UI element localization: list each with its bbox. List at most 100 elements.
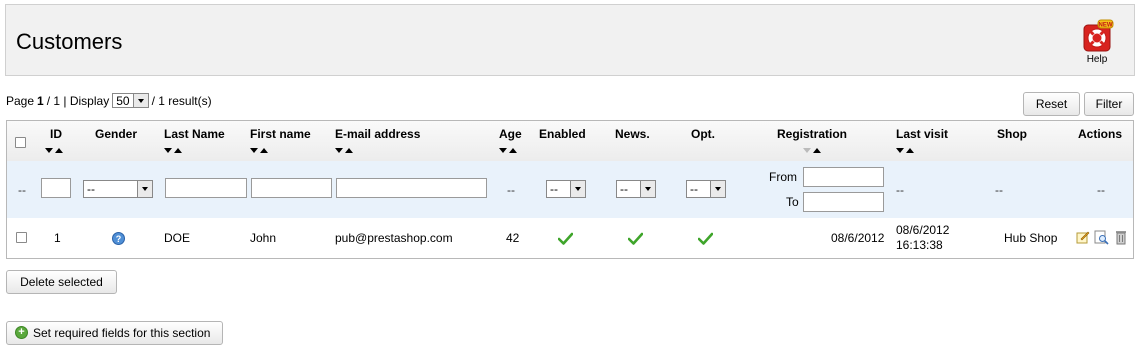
column-actions: Actions [1078,127,1123,141]
enabled-filter-select[interactable]: -- [546,180,586,198]
chevron-down-icon [710,181,725,197]
page-title: Customers [16,29,123,54]
lifebuoy-icon: NEW [1083,19,1114,52]
opt-filter-value: -- [690,182,698,196]
email-filter-input[interactable] [336,178,487,198]
table-header: ID Gender Last Name First name E-mail ad… [7,121,1133,162]
news-filter-value: -- [620,182,628,196]
chevron-down-icon [137,181,152,197]
chevron-down-icon [640,181,655,197]
delete-selected-button[interactable]: Delete selected [6,270,117,294]
per-page-select[interactable]: 50 [112,93,149,108]
row-checkbox[interactable] [16,232,27,243]
new-badge: NEW [1099,23,1113,29]
column-age: Age [499,127,522,141]
sort-first-name[interactable] [250,148,268,153]
table-row[interactable]: 1 ? DOE John pub@prestashop.com 42 08/6/… [7,218,1133,258]
cell-last-name: DOE [164,231,191,245]
customers-table: ID Gender Last Name First name E-mail ad… [6,120,1134,259]
cell-last-visit-date: 08/6/2012 [896,223,950,237]
enabled-filter-value: -- [550,182,558,196]
registration-from-label: From [769,170,797,184]
last-visit-filter-placeholder: -- [896,183,904,197]
set-required-fields-label: Set required fields for this section [33,326,211,340]
column-enabled: Enabled [539,127,586,141]
news-filter-select[interactable]: -- [616,180,656,198]
age-filter-placeholder: -- [507,183,515,197]
edit-icon[interactable] [1076,230,1090,244]
filter-row: -- -- -- -- -- -- From To -- -- -- [7,161,1133,219]
enabled-check-icon[interactable] [558,232,573,245]
sort-asc-icon[interactable] [813,148,821,153]
page-total: / 1 | Display [46,93,110,108]
sort-desc-icon[interactable] [335,148,343,153]
last-name-filter-input[interactable] [165,178,247,198]
gender-filter-value: -- [87,182,95,196]
pagination-bar: Page 1 / 1 | Display 50 / 1 result(s) [6,93,212,108]
registration-to-label: To [786,195,799,209]
delete-icon[interactable] [1115,230,1127,245]
column-last-visit: Last visit [896,127,949,141]
registration-to-input[interactable] [803,192,884,212]
sort-desc-icon[interactable] [164,148,172,153]
page-current: 1 [37,93,44,108]
sort-asc-icon[interactable] [509,148,517,153]
sort-last-name[interactable] [164,148,182,153]
opt-filter-select[interactable]: -- [686,180,726,198]
id-filter-input[interactable] [41,178,71,198]
filter-button[interactable]: Filter [1084,92,1134,116]
sort-asc-icon[interactable] [260,148,268,153]
sort-desc-icon[interactable] [803,148,811,153]
cell-email: pub@prestashop.com [335,231,453,245]
first-name-filter-input[interactable] [251,178,332,198]
sort-asc-icon[interactable] [174,148,182,153]
sort-desc-icon[interactable] [250,148,258,153]
view-icon[interactable] [1094,230,1109,245]
sort-desc-icon[interactable] [45,148,53,153]
select-all-checkbox[interactable] [15,137,26,148]
question-icon: ? [112,232,125,245]
sort-email[interactable] [335,148,353,153]
shop-filter-placeholder: -- [995,183,1003,197]
page-toolbar: Customers NEW Help [5,4,1135,76]
column-last-name: Last Name [164,127,225,141]
reset-button[interactable]: Reset [1023,92,1080,116]
page-prefix: Page [6,93,35,108]
newsletter-check-icon[interactable] [628,232,643,245]
chevron-down-icon [570,181,585,197]
help-label: Help [1086,54,1108,65]
column-first-name: First name [250,127,311,141]
filter-checkbox-placeholder: -- [18,183,26,197]
optin-check-icon[interactable] [698,232,713,245]
cell-registration: 08/6/2012 [831,231,885,245]
column-email: E-mail address [335,127,421,141]
svg-text:?: ? [116,234,122,244]
registration-from-input[interactable] [803,167,884,187]
per-page-value: 50 [116,93,130,108]
sort-age[interactable] [499,148,517,153]
sort-asc-icon[interactable] [906,148,914,153]
column-opt: Opt. [691,127,715,141]
sort-desc-icon[interactable] [896,148,904,153]
column-registration: Registration [777,127,848,141]
sort-asc-icon[interactable] [55,148,63,153]
cell-age: 42 [506,231,520,245]
column-id: ID [50,127,62,141]
add-icon: + [15,326,28,339]
gender-filter-select[interactable]: -- [83,180,153,198]
result-count: / 1 result(s) [151,93,212,108]
sort-desc-icon[interactable] [499,148,507,153]
sort-asc-icon[interactable] [345,148,353,153]
column-shop: Shop [997,127,1027,141]
sort-last-visit[interactable] [896,148,914,153]
column-gender: Gender [95,127,138,141]
cell-id: 1 [54,231,61,245]
cell-first-name: John [250,231,277,245]
help-button[interactable]: NEW Help [1072,19,1122,65]
chevron-down-icon [132,94,148,107]
cell-last-visit-time: 16:13:38 [896,238,943,252]
sort-id[interactable] [45,148,63,153]
column-news: News. [615,127,650,141]
set-required-fields-button[interactable]: + Set required fields for this section [6,321,223,345]
sort-registration[interactable] [803,148,821,153]
